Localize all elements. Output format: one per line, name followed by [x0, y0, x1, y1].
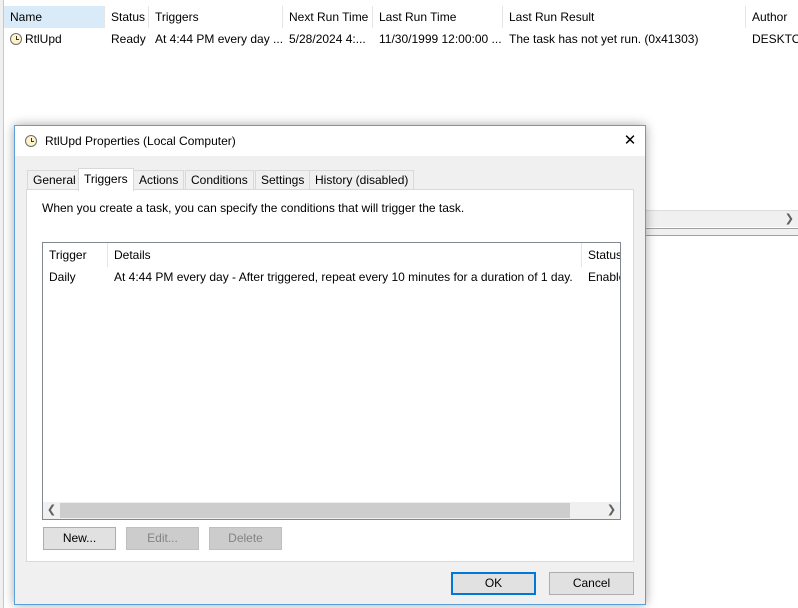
column-header-trigger[interactable]: Trigger	[43, 243, 108, 267]
dialog-titlebar[interactable]: RtlUpd Properties (Local Computer) ✕	[15, 126, 645, 156]
task-status: Ready	[111, 32, 146, 46]
task-author: DESKTOP	[752, 32, 798, 46]
column-header-last-run-result[interactable]: Last Run Result	[503, 6, 746, 28]
column-header-status[interactable]: Status	[105, 6, 149, 28]
task-clock-icon	[10, 33, 22, 45]
task-last-run-time: 11/30/1999 12:00:00 ...	[379, 32, 502, 46]
trigger-status-cell[interactable]: Enabled	[582, 267, 620, 287]
window-left-edge	[0, 0, 4, 608]
column-header-author[interactable]: Author	[746, 6, 798, 28]
new-trigger-button[interactable]: New...	[43, 527, 116, 550]
pane-splitter[interactable]	[644, 228, 798, 236]
close-button[interactable]: ✕	[615, 126, 645, 156]
properties-dialog: RtlUpd Properties (Local Computer) ✕ Gen…	[14, 125, 646, 605]
triggers-list[interactable]: Trigger Details Status Daily At 4:44 PM …	[42, 242, 621, 520]
column-header-last-run-time[interactable]: Last Run Time	[373, 6, 503, 28]
task-triggers: At 4:44 PM every day ...	[155, 32, 283, 46]
triggers-horizontal-scrollbar[interactable]: ❮ ❯	[43, 502, 620, 519]
tab-actions[interactable]: Actions	[133, 170, 185, 190]
edit-trigger-button[interactable]: Edit...	[126, 527, 199, 550]
dialog-title: RtlUpd Properties (Local Computer)	[45, 134, 236, 148]
cancel-button[interactable]: Cancel	[549, 572, 634, 595]
column-header-details[interactable]: Details	[108, 243, 582, 267]
task-clock-icon	[25, 135, 37, 147]
task-next-run-time: 5/28/2024 4:...	[289, 32, 366, 46]
tab-conditions[interactable]: Conditions	[185, 170, 254, 190]
delete-trigger-button[interactable]: Delete	[209, 527, 282, 550]
task-name: RtlUpd	[25, 32, 62, 46]
tab-history[interactable]: History (disabled)	[309, 170, 415, 190]
column-header-next-run-time[interactable]: Next Run Time	[283, 6, 373, 28]
task-list-horizontal-scrollbar[interactable]: ❯	[644, 210, 798, 227]
scrollbar-thumb[interactable]	[60, 503, 570, 518]
close-icon: ✕	[623, 132, 637, 149]
tab-settings[interactable]: Settings	[255, 170, 311, 190]
column-header-name[interactable]: Name	[4, 6, 105, 28]
tab-general[interactable]: General	[27, 170, 82, 190]
column-header-trigger-status[interactable]: Status	[582, 243, 620, 267]
scroll-right-icon[interactable]: ❯	[603, 502, 620, 519]
task-last-run-result: The task has not yet run. (0x41303)	[509, 32, 699, 46]
details-pane	[644, 236, 798, 608]
triggers-description: When you create a task, you can specify …	[42, 201, 465, 215]
trigger-type-cell[interactable]: Daily	[43, 267, 108, 287]
tab-triggers[interactable]: Triggers	[78, 168, 134, 191]
task-name-cell: RtlUpd	[4, 29, 105, 49]
task-row[interactable]: RtlUpd Ready At 4:44 PM every day ... 5/…	[4, 29, 798, 49]
ok-button[interactable]: OK	[451, 572, 536, 595]
column-header-triggers[interactable]: Triggers	[149, 6, 283, 28]
triggers-tab-panel: When you create a task, you can specify …	[26, 189, 634, 562]
trigger-details-cell[interactable]: At 4:44 PM every day - After triggered, …	[108, 267, 582, 287]
scroll-right-icon[interactable]: ❯	[785, 212, 794, 225]
scroll-left-icon[interactable]: ❮	[43, 502, 60, 519]
task-list-header: Name Status Triggers Next Run Time Last …	[4, 6, 798, 28]
